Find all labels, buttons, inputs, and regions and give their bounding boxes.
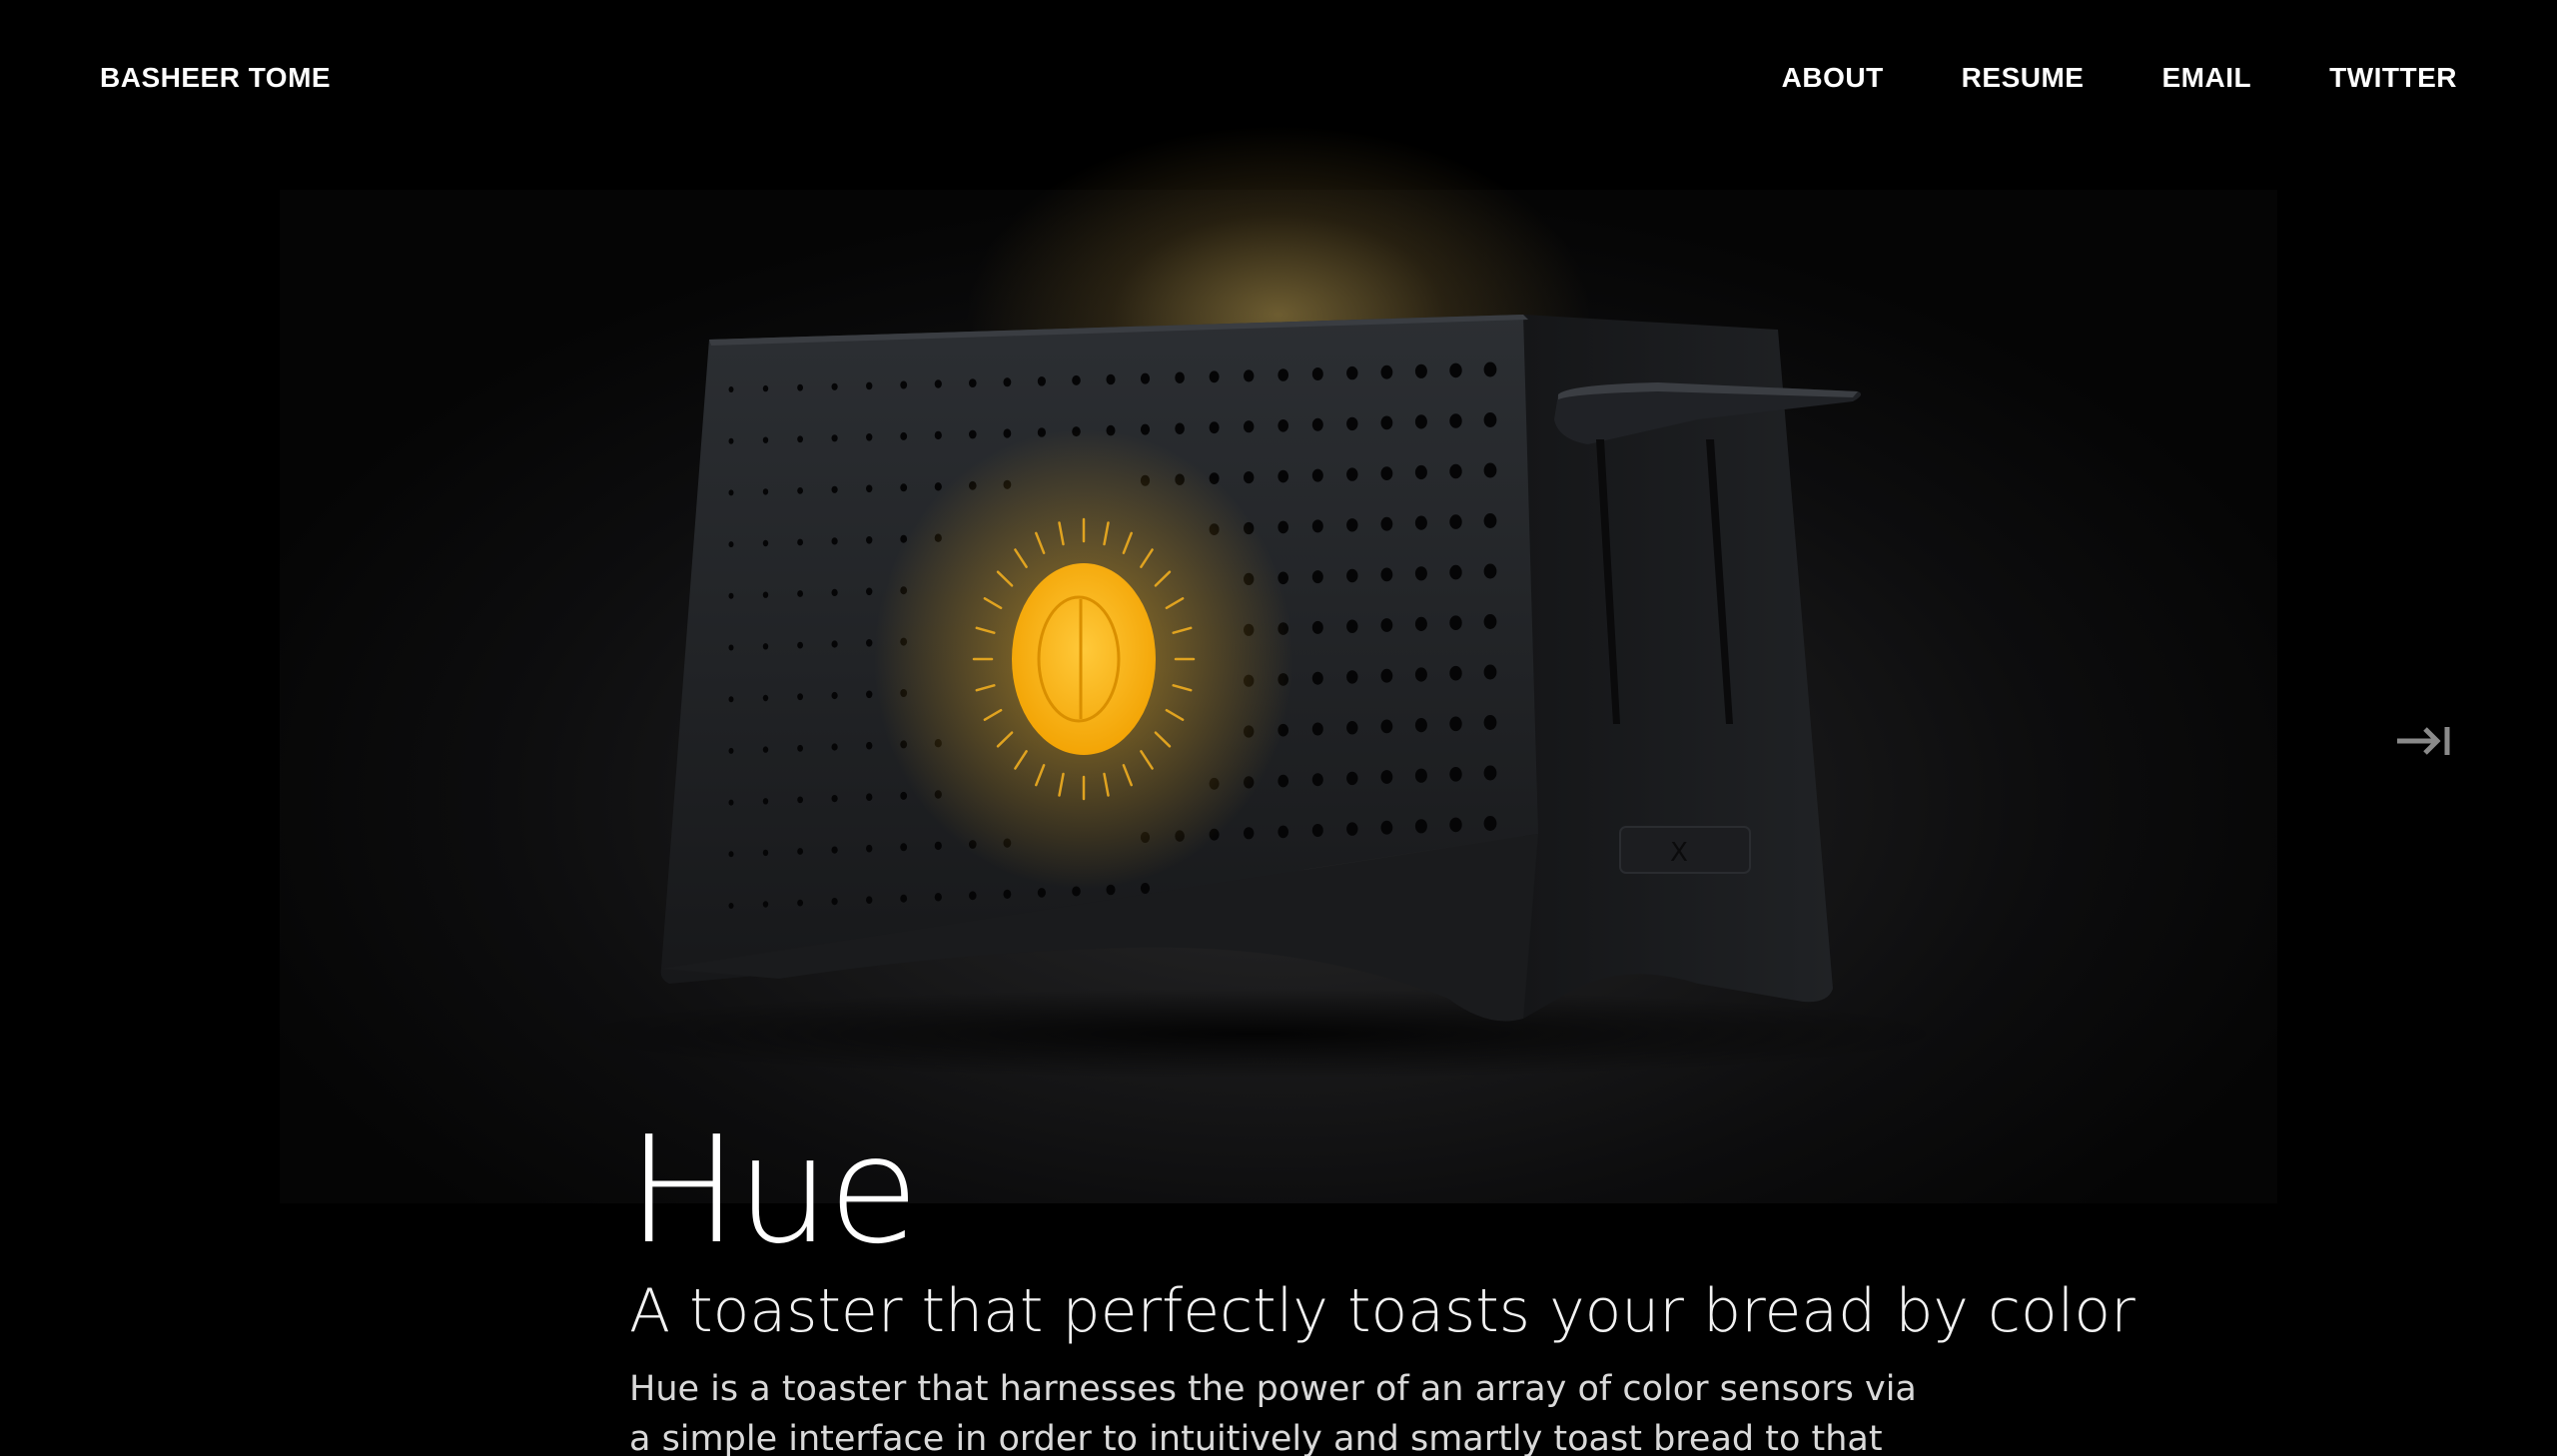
nav-email[interactable]: EMAIL bbox=[2161, 62, 2251, 94]
nav-twitter[interactable]: TWITTER bbox=[2329, 62, 2457, 94]
site-brand[interactable]: BASHEER TOME bbox=[100, 62, 331, 94]
toast-dial bbox=[1012, 563, 1156, 755]
next-project-button[interactable] bbox=[2395, 721, 2451, 761]
page: X BASHEER TOME ABOUT RESUME EMAIL TWITTE… bbox=[0, 0, 2557, 1456]
project-subtitle: A toaster that perfectly toasts your bre… bbox=[629, 1276, 2135, 1346]
skip-forward-icon bbox=[2397, 727, 2450, 755]
project-title: Hue bbox=[627, 1104, 919, 1276]
toaster-illustration: X bbox=[559, 315, 1958, 1079]
nav-resume[interactable]: RESUME bbox=[1962, 62, 2085, 94]
project-description: Hue is a toaster that harnesses the powe… bbox=[629, 1369, 1917, 1456]
slot-panel-label: X bbox=[1670, 838, 1688, 868]
nav-about[interactable]: ABOUT bbox=[1782, 62, 1884, 94]
main-nav: ABOUT RESUME EMAIL TWITTER bbox=[1782, 62, 2457, 94]
